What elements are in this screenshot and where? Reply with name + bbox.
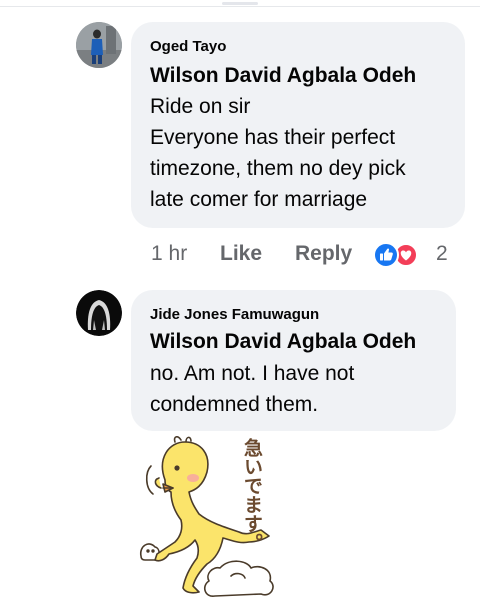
running-chick-sticker[interactable]: 急いでます。	[135, 436, 295, 604]
like-button[interactable]: Like	[220, 242, 262, 266]
comment-bubble: Oged Tayo Wilson David Agbala Odeh Ride …	[131, 22, 465, 228]
top-divider	[0, 0, 480, 7]
reply-button[interactable]: Reply	[295, 242, 352, 266]
comment-text-line: timezone, them no dey pick	[150, 157, 406, 180]
comment-text-line: condemned them.	[150, 393, 319, 416]
comment-text-line: Everyone has their perfect	[150, 126, 396, 149]
comment-timestamp[interactable]: 1 hr	[151, 242, 187, 266]
comment-author[interactable]: Jide Jones Famuwagun	[150, 306, 319, 323]
comment-text-line: no. Am not. I have not	[150, 362, 355, 385]
avatar-jide-jones-famuwagun[interactable]	[76, 290, 122, 336]
like-reaction-icon	[373, 242, 418, 268]
reaction-count[interactable]: 2	[436, 242, 448, 266]
comment-actions: 1 hr Like Reply 2	[151, 240, 471, 272]
comment-text-line: Ride on sir	[150, 95, 251, 118]
mention-link[interactable]: Wilson David Agbala Odeh	[150, 330, 416, 354]
sticker-caption: 急いでます。	[241, 438, 263, 552]
reactions-summary[interactable]	[372, 242, 420, 268]
comment-author[interactable]: Oged Tayo	[150, 38, 226, 55]
comment-text-line: late comer for marriage	[150, 188, 368, 211]
mention-link[interactable]: Wilson David Agbala Odeh	[150, 64, 416, 88]
comment-bubble: Jide Jones Famuwagun Wilson David Agbala…	[131, 290, 456, 431]
avatar-oged-tayo[interactable]	[76, 22, 122, 68]
